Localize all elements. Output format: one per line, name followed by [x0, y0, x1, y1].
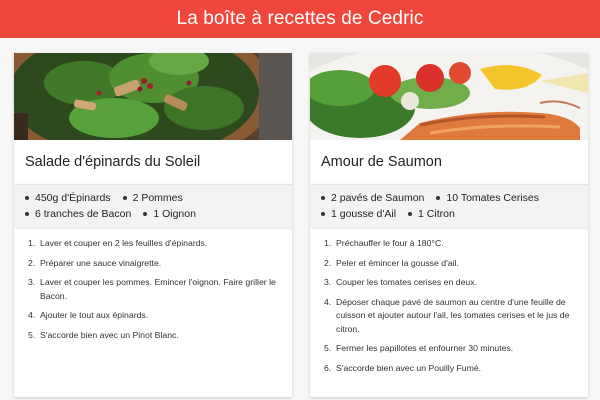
step-item: 1. Préchauffer le four à 180°C.: [324, 238, 444, 248]
ingredients-list: 450g d'Épinards 2 Pommes 6 tranches de B…: [14, 184, 292, 227]
recipe-image-salmon: [310, 53, 588, 140]
step-item: 5. S'accorde bien avec un Pinot Blanc.: [28, 329, 179, 340]
ingredient-item: 2 Pommes: [120, 190, 183, 206]
app-header: La boîte à recettes de Cedric: [0, 0, 600, 38]
bullet-icon: [321, 196, 325, 200]
bullet-icon: [436, 196, 441, 200]
recipe-title: Amour de Saumon: [321, 154, 442, 170]
bullet-icon: [143, 212, 148, 216]
step-item: 1. Laver et couper en 2 les feuilles d'ép…: [28, 238, 208, 248]
steps-list: 1. Préchauffer le four à 180°C. 2. Peler e…: [310, 227, 588, 375]
step-item: 5. Fermer les papillotes et enfourner 30 …: [324, 343, 514, 353]
bullet-icon: [408, 212, 413, 216]
step-item: 2. Préparer une sauce vinaigrette.: [28, 257, 162, 268]
recipe-card: Amour de Saumon 2 pavés de Saumon 10 Tom…: [310, 53, 588, 397]
step-item: 2. Peler et émincer la gousse d'ail.: [324, 257, 459, 268]
bullet-icon: [25, 212, 29, 216]
ingredient-item: 1 gousse d'Ail: [318, 206, 396, 222]
bullet-icon: [25, 196, 29, 200]
ingredient-item: 2 pavés de Saumon: [318, 190, 424, 206]
ingredient-item: 6 tranches de Bacon: [22, 206, 131, 222]
step-item: 6. S'accorde bien avec un Pouilly Fumé.: [324, 362, 482, 373]
step-item: 4. Ajouter le tout aux épinards.: [28, 310, 149, 320]
steps-list: 1. Laver et couper en 2 les feuilles d'ép…: [14, 227, 292, 342]
ingredient-item: 1 Citron: [405, 206, 455, 222]
ingredient-item: 450g d'Épinards: [22, 190, 111, 206]
step-item: 4. Déposer chaque pavé de saumon au centr…: [324, 296, 570, 334]
page-title: La boîte à recettes de Cedric: [176, 8, 424, 29]
step-item: 3. Laver et couper les pommes. Emincer l'…: [28, 277, 276, 301]
recipe-card: Salade d'épinards du Soleil 450g d'Épina…: [14, 53, 292, 397]
recipe-image-salad: [14, 53, 292, 140]
bullet-icon: [321, 212, 325, 216]
step-item: 3. Couper les tomates cerises en deux.: [324, 277, 478, 287]
ingredient-item: 10 Tomates Cerises: [433, 190, 539, 206]
ingredients-list: 2 pavés de Saumon 10 Tomates Cerises 1 g…: [310, 184, 588, 227]
ingredient-item: 1 Oignon: [140, 206, 196, 222]
bullet-icon: [122, 196, 127, 200]
recipe-title: Salade d'épinards du Soleil: [25, 154, 201, 170]
